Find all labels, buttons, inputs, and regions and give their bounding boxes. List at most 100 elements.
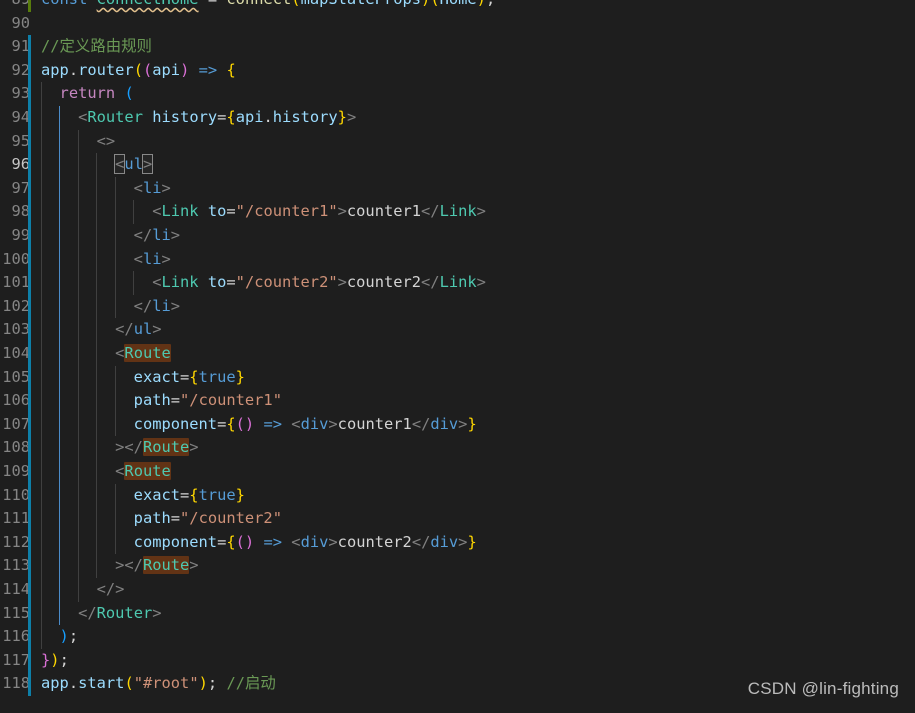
- code-token: >: [476, 202, 486, 221]
- code-token: "/counter1": [180, 391, 282, 410]
- code-token: (: [430, 0, 439, 8]
- code-text[interactable]: <Route: [41, 342, 171, 366]
- code-text[interactable]: component={() => <div>counter2</div>}: [41, 531, 477, 555]
- line-number: 114: [2, 580, 30, 598]
- git-change-indicator: [28, 247, 31, 272]
- git-change-indicator: [28, 294, 31, 319]
- code-text[interactable]: <Link to="/counter2">counter2</Link>: [41, 271, 486, 295]
- code-text[interactable]: </>: [41, 578, 125, 602]
- code-token: ;: [59, 650, 69, 669]
- code-text[interactable]: <li>: [41, 177, 171, 201]
- code-text[interactable]: //定义路由规则: [41, 35, 152, 59]
- code-text[interactable]: <>: [41, 130, 116, 154]
- code-text[interactable]: <Router history={api.history}>: [41, 106, 356, 130]
- code-token: (: [124, 674, 134, 693]
- code-token: counter1: [337, 414, 412, 433]
- code-text[interactable]: </li>: [41, 224, 180, 248]
- code-token: =: [217, 108, 227, 126]
- code-text[interactable]: exact={true}: [41, 366, 245, 390]
- line-number: 109: [2, 462, 30, 480]
- code-token: </: [421, 202, 440, 221]
- code-token: >: [337, 202, 347, 221]
- git-change-indicator: [28, 0, 31, 12]
- code-token: >: [170, 296, 181, 315]
- git-change-indicator: [28, 625, 31, 649]
- code-token: >: [189, 438, 199, 457]
- git-change-indicator: [28, 129, 31, 154]
- code-token: =>: [198, 60, 218, 79]
- code-text[interactable]: exact={true}: [41, 484, 245, 508]
- code-token: (): [235, 414, 255, 433]
- code-text[interactable]: });: [41, 649, 69, 673]
- line-number: 112: [2, 532, 30, 551]
- git-change-indicator: [28, 176, 31, 201]
- code-text[interactable]: <Route: [41, 460, 171, 484]
- code-token: =: [180, 485, 190, 504]
- code-token: {: [226, 108, 236, 126]
- line-number: 98: [11, 202, 30, 221]
- code-token: >: [170, 226, 181, 244]
- code-editor[interactable]: 89const ConnectHome = connect(mapStatePr…: [0, 0, 915, 713]
- code-text[interactable]: <Link to="/counter1">counter1</Link>: [41, 200, 486, 224]
- code-token: path: [133, 391, 171, 410]
- code-text[interactable]: </ul>: [41, 318, 161, 342]
- code-token: </: [133, 226, 153, 244]
- line-number: 99: [11, 226, 30, 244]
- code-text[interactable]: ></Route>: [41, 554, 199, 578]
- line-number: 116: [2, 627, 30, 646]
- code-token: app: [41, 60, 69, 79]
- git-change-indicator: [28, 530, 31, 555]
- code-token: }: [467, 414, 477, 433]
- code-token: </: [411, 414, 431, 433]
- code-text[interactable]: path="/counter2": [41, 507, 282, 531]
- code-token: (: [133, 60, 143, 79]
- code-text[interactable]: );: [41, 625, 79, 649]
- code-token: div: [430, 532, 459, 551]
- git-change-indicator: [28, 554, 31, 578]
- git-change-indicator: [28, 200, 31, 224]
- code-text[interactable]: ></Route>: [41, 436, 199, 460]
- code-text[interactable]: return (: [41, 82, 134, 106]
- code-token: //定义路由规则: [41, 37, 152, 56]
- code-token: start: [78, 674, 125, 693]
- code-token: "/counter2": [235, 273, 338, 292]
- code-token: =: [170, 391, 181, 410]
- code-token: =: [217, 532, 227, 551]
- code-text[interactable]: const ConnectHome = connect(mapStateProp…: [41, 0, 495, 12]
- code-text[interactable]: <ul>: [41, 153, 154, 177]
- code-token: .: [68, 60, 79, 79]
- git-change-indicator: [28, 436, 31, 460]
- line-number: 96: [11, 155, 30, 174]
- code-text[interactable]: <li>: [41, 248, 171, 272]
- code-token: (: [142, 60, 153, 79]
- code-token: (: [124, 84, 134, 103]
- code-token: ): [50, 650, 60, 669]
- code-text[interactable]: component={() => <div>counter1</div>}: [41, 413, 477, 437]
- code-token: div: [300, 532, 329, 551]
- line-number: 118: [2, 674, 30, 693]
- code-text[interactable]: </Router>: [41, 602, 161, 626]
- code-text[interactable]: app.start("#root"); //启动: [41, 672, 276, 696]
- code-token: ;: [207, 674, 218, 693]
- code-token: api: [235, 108, 264, 126]
- code-token: component: [133, 414, 218, 433]
- code-token: (): [235, 532, 255, 551]
- code-token: {: [226, 414, 236, 433]
- code-token: Link: [161, 202, 199, 221]
- code-token: ConnectHome: [97, 0, 199, 8]
- code-text[interactable]: path="/counter1": [41, 389, 282, 413]
- line-number: 97: [11, 178, 30, 197]
- code-text[interactable]: app.router((api) => {: [41, 59, 236, 83]
- git-change-indicator: [28, 460, 31, 484]
- code-text[interactable]: </li>: [41, 295, 180, 319]
- git-change-indicator: [28, 342, 31, 366]
- code-token: <: [78, 108, 88, 126]
- line-number: 108: [2, 438, 30, 457]
